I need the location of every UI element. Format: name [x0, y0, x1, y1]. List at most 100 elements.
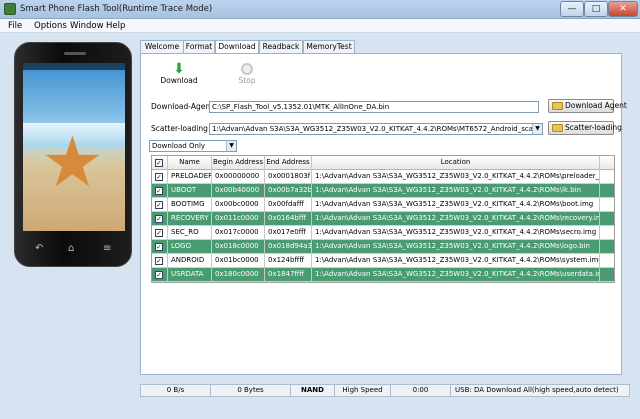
table-row[interactable]: ✓ RECOVERY 0x011c0000 0x0164bfff 1:\Advan\Ad… — [152, 212, 614, 226]
header-scroll-cell — [600, 156, 614, 170]
green-down-arrow-icon: ⬇ — [173, 61, 185, 77]
row-check-cell[interactable]: ✓ — [152, 198, 168, 212]
download-button[interactable]: ⬇ Download — [159, 62, 199, 85]
file-location[interactable]: 1:\Advan\Advan S3A\S3A_WG3512_Z35W03_V2.… — [312, 254, 600, 268]
table-row[interactable]: ✓ PRELOADER 0x00000000 0x0001803f 1:\Advan\A… — [152, 170, 614, 184]
status-storage: NAND — [291, 385, 335, 396]
file-location[interactable]: 1:\Advan\Advan S3A\S3A_WG3512_Z35W03_V2.… — [312, 268, 600, 282]
begin-address: 0x01bc0000 — [212, 254, 265, 268]
table-row[interactable]: ✓ SEC_RO 0x017c0000 0x017e0fff 1:\Advan\Adva… — [152, 226, 614, 240]
chevron-down-icon[interactable]: ▼ — [532, 124, 542, 134]
partition-name: PRELOADER — [168, 170, 212, 184]
tab-welcome[interactable]: Welcome — [140, 40, 184, 54]
row-checkbox[interactable]: ✓ — [155, 187, 163, 195]
download-agent-button[interactable]: Download Agent — [548, 99, 627, 113]
status-bytes: 0 Bytes — [211, 385, 291, 396]
phone-keys: ↶ ⌂ ≡ — [23, 239, 125, 259]
row-check-cell[interactable]: ✓ — [152, 212, 168, 226]
window-title: Smart Phone Flash Tool(Runtime Trace Mod… — [20, 4, 213, 14]
row-checkbox[interactable]: ✓ — [155, 257, 163, 265]
end-address: 0x124bffff — [265, 254, 312, 268]
maximize-button[interactable]: □ — [584, 1, 608, 17]
app-icon — [4, 3, 16, 15]
row-scroll-cell — [600, 212, 614, 226]
tab-readback[interactable]: Readback — [259, 40, 303, 54]
table-row[interactable]: ✓ LOGO 0x018c0000 0x018d94a3 1:\Advan\Advan … — [152, 240, 614, 254]
phone-status-bar — [23, 63, 125, 70]
download-panel: ⬇ Download Stop Download-Agent C:\SP_Fla… — [140, 53, 627, 375]
status-bar: 0 B/s 0 Bytes NAND High Speed 0:00 USB: … — [140, 384, 630, 397]
header-end-address[interactable]: End Address — [265, 156, 312, 170]
row-check-cell[interactable]: ✓ — [152, 268, 168, 282]
download-agent-button-label: Download Agent — [565, 101, 627, 110]
download-agent-field[interactable]: C:\SP_Flash_Tool_v5.1352.01\MTK_AllInOne… — [209, 101, 539, 113]
phone-image: ★ ↶ ⌂ ≡ — [14, 42, 132, 267]
phone-speaker — [64, 52, 86, 55]
scatter-file-select[interactable]: 1:\Advan\Advan S3A\S3A_WG3512_Z35W03_V2.… — [209, 123, 543, 135]
folder-icon — [552, 102, 563, 110]
row-checkbox[interactable]: ✓ — [155, 173, 163, 181]
begin-address: 0x00000000 — [212, 170, 265, 184]
phone-preview-panel: ★ ↶ ⌂ ≡ — [0, 34, 140, 375]
header-name[interactable]: Name — [168, 156, 212, 170]
menu-help[interactable]: Help — [106, 21, 125, 31]
chevron-down-icon[interactable]: ▼ — [226, 141, 236, 151]
row-checkbox[interactable]: ✓ — [155, 271, 163, 279]
file-location[interactable]: 1:\Advan\Advan S3A\S3A_WG3512_Z35W03_V2.… — [312, 198, 600, 212]
folder-icon — [552, 124, 563, 132]
row-check-cell[interactable]: ✓ — [152, 240, 168, 254]
menu-options[interactable]: Options — [34, 21, 67, 31]
file-location[interactable]: 1:\Advan\Advan S3A\S3A_WG3512_Z35W03_V2.… — [312, 226, 600, 240]
menu-file[interactable]: File — [8, 21, 22, 31]
menu-icon: ≡ — [103, 243, 112, 254]
end-address: 0x1847ffff — [265, 268, 312, 282]
table-row[interactable]: ✓ UBOOT 0x00b40000 0x00b7a32b 1:\Advan\Advan… — [152, 184, 614, 198]
begin-address: 0x017c0000 — [212, 226, 265, 240]
table-row[interactable]: ✓ USRDATA 0x180c0000 0x1847ffff 1:\Advan\Adv… — [152, 268, 614, 282]
mode-select[interactable]: Download Only ▼ — [149, 140, 237, 152]
row-scroll-cell — [600, 170, 614, 184]
row-check-cell[interactable]: ✓ — [152, 170, 168, 184]
row-checkbox[interactable]: ✓ — [155, 215, 163, 223]
row-scroll-cell — [600, 198, 614, 212]
partition-name: USRDATA — [168, 268, 212, 282]
status-usb-speed: High Speed — [335, 385, 391, 396]
partition-table: ✓ Name Begin Address End Address Locatio… — [151, 155, 615, 283]
download-agent-label: Download-Agent — [151, 102, 214, 111]
table-header: ✓ Name Begin Address End Address Locatio… — [152, 156, 614, 170]
file-location[interactable]: 1:\Advan\Advan S3A\S3A_WG3512_Z35W03_V2.… — [312, 240, 600, 254]
file-location[interactable]: 1:\Advan\Advan S3A\S3A_WG3512_Z35W03_V2.… — [312, 212, 600, 226]
status-speed: 0 B/s — [141, 385, 211, 396]
table-row[interactable]: ✓ ANDROID 0x01bc0000 0x124bffff 1:\Advan\Adv… — [152, 254, 614, 268]
menu-window[interactable]: Window — [70, 21, 104, 31]
tab-memorytest[interactable]: MemoryTest — [303, 40, 355, 54]
home-icon: ⌂ — [68, 243, 75, 254]
begin-address: 0x180c0000 — [212, 268, 265, 282]
title-bar: Smart Phone Flash Tool(Runtime Trace Mod… — [0, 0, 640, 19]
begin-address: 0x00bc0000 — [212, 198, 265, 212]
header-check-cell[interactable]: ✓ — [152, 156, 168, 170]
row-check-cell[interactable]: ✓ — [152, 184, 168, 198]
partition-name: BOOTIMG — [168, 198, 212, 212]
file-location[interactable]: 1:\Advan\Advan S3A\S3A_WG3512_Z35W03_V2.… — [312, 184, 600, 198]
row-checkbox[interactable]: ✓ — [155, 243, 163, 251]
table-row[interactable]: ✓ BOOTIMG 0x00bc0000 0x00fdafff 1:\Advan\Adv… — [152, 198, 614, 212]
row-scroll-cell — [600, 226, 614, 240]
row-checkbox[interactable]: ✓ — [155, 201, 163, 209]
scatter-loading-button[interactable]: Scatter-loading — [548, 121, 622, 135]
row-check-cell[interactable]: ✓ — [152, 254, 168, 268]
close-button[interactable]: ✕ — [608, 1, 638, 17]
file-location[interactable]: 1:\Advan\Advan S3A\S3A_WG3512_Z35W03_V2.… — [312, 170, 600, 184]
row-check-cell[interactable]: ✓ — [152, 226, 168, 240]
stop-circle-icon — [241, 63, 253, 75]
row-checkbox[interactable]: ✓ — [155, 229, 163, 237]
partition-name: RECOVERY — [168, 212, 212, 226]
stop-button[interactable]: Stop — [229, 62, 265, 85]
header-begin-address[interactable]: Begin Address — [212, 156, 265, 170]
scatter-loading-button-label: Scatter-loading — [565, 123, 622, 132]
minimize-button[interactable]: — — [560, 1, 584, 17]
header-location[interactable]: Location — [312, 156, 600, 170]
header-checkbox[interactable]: ✓ — [155, 159, 163, 167]
end-address: 0x00b7a32b — [265, 184, 312, 198]
tab-format[interactable]: Format — [183, 40, 215, 54]
